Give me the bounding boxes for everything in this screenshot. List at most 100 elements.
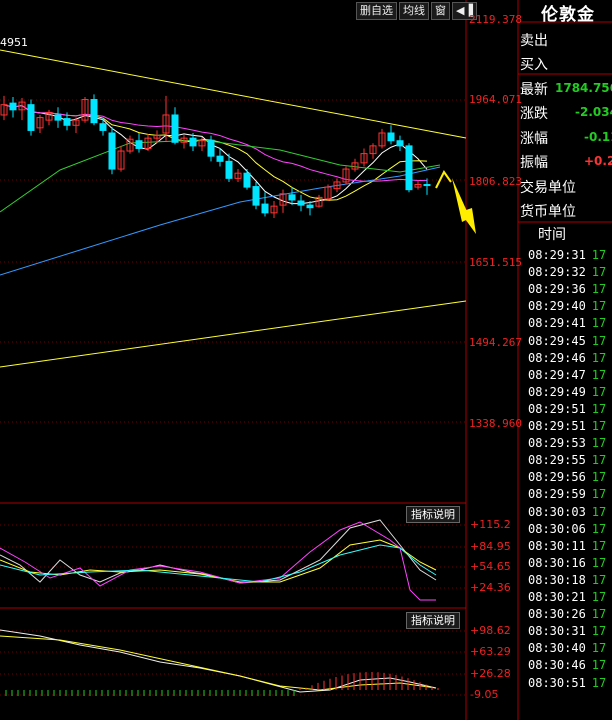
candle-body: [387, 132, 395, 142]
tick-price: 17: [591, 521, 607, 536]
tick-row: 08:30:46 17: [528, 658, 606, 672]
tick-time: 08:29:53: [528, 436, 586, 451]
pct-label: 涨幅: [520, 131, 548, 147]
candle-body: [9, 102, 17, 111]
instrument-title: 伦敦金: [541, 5, 595, 25]
tick-row: 08:30:26 17: [528, 607, 606, 621]
tick-time: 08:29:40: [528, 299, 586, 314]
tick-row: 08:30:40 17: [528, 641, 606, 655]
tick-row: 08:29:53 17: [528, 436, 606, 450]
price-tick: 1806.823: [469, 175, 522, 188]
tick-time: 08:30:51: [528, 675, 586, 690]
latest-label: 最新: [520, 82, 548, 98]
ind1-tick: +54.65: [470, 560, 511, 573]
tick-time: 08:30:31: [528, 624, 586, 639]
candle-body: [171, 114, 179, 143]
tick-price: 17: [591, 487, 607, 502]
tick-row: 08:29:51 17: [528, 419, 606, 433]
tick-row: 08:29:32 17: [528, 265, 606, 279]
window-button[interactable]: 窗: [431, 2, 450, 20]
tick-price: 17: [591, 453, 607, 468]
tick-price: 17: [591, 265, 607, 280]
tick-time: 08:30:11: [528, 538, 586, 553]
tick-row: 08:29:41 17: [528, 316, 606, 330]
tick-time: 08:29:49: [528, 384, 586, 399]
tick-row: 08:29:36 17: [528, 282, 606, 296]
tick-time: 08:30:40: [528, 641, 586, 656]
arrow-up-mark: [435, 170, 452, 189]
candle-body: [27, 104, 35, 131]
candle-body: [63, 118, 71, 126]
tick-row: 08:29:59 17: [528, 487, 606, 501]
price-tick: 2119.378: [469, 13, 522, 26]
tick-time: 08:29:32: [528, 265, 586, 280]
change-label: 涨跌: [520, 106, 548, 122]
tick-time: 08:29:55: [528, 453, 586, 468]
tick-row: 08:29:46 17: [528, 351, 606, 365]
indicator1-help-button[interactable]: 指标说明: [406, 506, 460, 523]
candle-body: [288, 194, 296, 201]
candle-body: [54, 114, 62, 121]
latest-value: 1784.756: [555, 81, 612, 95]
ind2-tick: +26.28: [470, 667, 511, 680]
price-tick: 1964.071: [469, 93, 522, 106]
amp-value: +0.23: [584, 154, 612, 168]
tick-time: 08:29:51: [528, 419, 586, 433]
tick-time: 08:29:41: [528, 316, 586, 331]
ind2-dea-line: [0, 635, 437, 691]
tick-price: 17: [591, 367, 607, 382]
ma-line-button[interactable]: 均线: [399, 2, 429, 20]
tick-row: 08:30:31 17: [528, 624, 606, 638]
tick-price: 17: [591, 350, 607, 365]
candle-body: [306, 204, 314, 209]
tick-price: 17: [591, 248, 607, 262]
tick-price: 17: [591, 316, 607, 331]
candle-body: [90, 99, 98, 124]
tick-time: 08:29:46: [528, 350, 586, 365]
sell-label: 卖出: [520, 33, 548, 49]
ind2-dif-line: [0, 629, 437, 693]
currency-label: 货币单位: [520, 204, 576, 220]
tick-price: 17: [591, 436, 607, 451]
ind2-tick: +63.29: [470, 645, 511, 658]
tick-price: 17: [591, 675, 607, 690]
price-tick: 1338.960: [469, 417, 522, 430]
tick-time: 08:30:06: [528, 521, 586, 536]
tick-time: 08:30:16: [528, 555, 586, 570]
tick-price: 17: [591, 590, 607, 604]
tick-price: 17: [591, 333, 607, 348]
tick-time: 08:29:59: [528, 487, 586, 502]
tick-time: 08:30:03: [528, 504, 586, 519]
tick-row: 08:29:45 17: [528, 334, 606, 348]
candle-body: [108, 132, 116, 170]
tick-time: 08:30:18: [528, 572, 586, 587]
ind1-line-magenta: [0, 521, 436, 601]
candle-body: [207, 139, 215, 157]
candle-body: [135, 140, 143, 149]
price-tick: 1651.515: [469, 256, 522, 269]
tick-row: 08:29:56 17: [528, 470, 606, 484]
candle-body: [225, 160, 233, 179]
candle-body: [297, 200, 305, 206]
tick-price: 17: [591, 384, 607, 399]
ind2-tick: -9.05: [470, 688, 499, 701]
tick-row: 08:30:06 17: [528, 522, 606, 536]
tick-time: 08:29:56: [528, 470, 586, 485]
candle-body: [243, 172, 251, 188]
buy-label: 买入: [520, 57, 548, 73]
tick-price: 17: [591, 538, 607, 553]
ma120-line: [0, 166, 441, 276]
top-left-value: 4951: [0, 36, 28, 49]
tick-time: 08:30:46: [528, 658, 586, 673]
price-tick: 1494.267: [469, 336, 522, 349]
tick-price: 17: [591, 299, 607, 314]
tick-row: 08:30:03 17: [528, 505, 606, 519]
delete-watchlist-button[interactable]: 删自选: [356, 2, 397, 20]
tick-row: 08:30:21 17: [528, 590, 606, 604]
tick-time: 08:30:21: [528, 590, 586, 604]
tick-row: 08:29:47 17: [528, 368, 606, 382]
candle-body: [216, 155, 224, 162]
ind1-tick: +115.2: [470, 518, 511, 531]
amp-label: 振幅: [520, 155, 548, 171]
indicator2-help-button[interactable]: 指标说明: [406, 612, 460, 629]
